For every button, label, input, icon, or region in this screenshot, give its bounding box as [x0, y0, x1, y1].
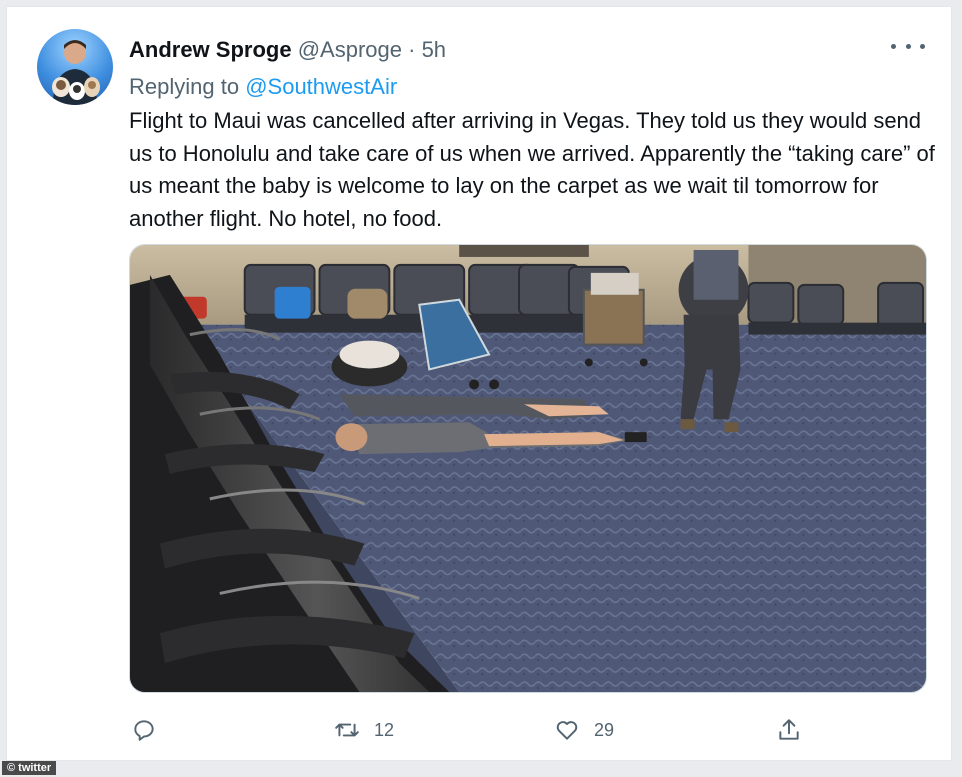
tweet-photo[interactable] — [129, 244, 927, 693]
watermark: © twitter — [2, 761, 57, 775]
display-name[interactable]: Andrew Sproge — [129, 37, 292, 62]
heart-icon — [556, 721, 578, 740]
more-options-button[interactable] — [891, 35, 925, 57]
share-icon — [779, 719, 799, 740]
like-count: 29 — [594, 719, 615, 740]
replying-to-label: Replying to — [129, 74, 240, 99]
more-options-icon — [920, 43, 925, 49]
retweet-button[interactable]: 12 — [334, 713, 394, 747]
share-button[interactable] — [776, 713, 816, 747]
avatar[interactable] — [37, 29, 113, 105]
tweet-card[interactable]: Andrew Sproge @Asproge · 5h Replying to … — [6, 6, 952, 761]
more-options-icon — [905, 43, 911, 49]
reply-icon — [134, 720, 154, 741]
retweet-count: 12 — [374, 719, 395, 740]
tweet-header: Andrew Sproge @Asproge · 5h — [129, 37, 446, 63]
more-options-icon — [891, 43, 896, 49]
separator-dot: · — [408, 37, 416, 62]
user-handle[interactable]: @Asproge — [298, 37, 402, 62]
avatar-image — [52, 40, 100, 105]
tweet-actions: 12 29 — [131, 713, 931, 747]
reply-mention-link[interactable]: @SouthwestAir — [245, 74, 397, 99]
reply-button[interactable] — [131, 713, 171, 747]
replying-to-line: Replying to @SouthwestAir — [129, 74, 397, 100]
like-button[interactable]: 29 — [554, 713, 614, 747]
tweet-text: Flight to Maui was cancelled after arriv… — [129, 108, 935, 231]
retweet-icon — [335, 723, 359, 737]
tweet-timestamp[interactable]: 5h — [422, 37, 446, 62]
airport-gate-photo — [130, 245, 926, 692]
